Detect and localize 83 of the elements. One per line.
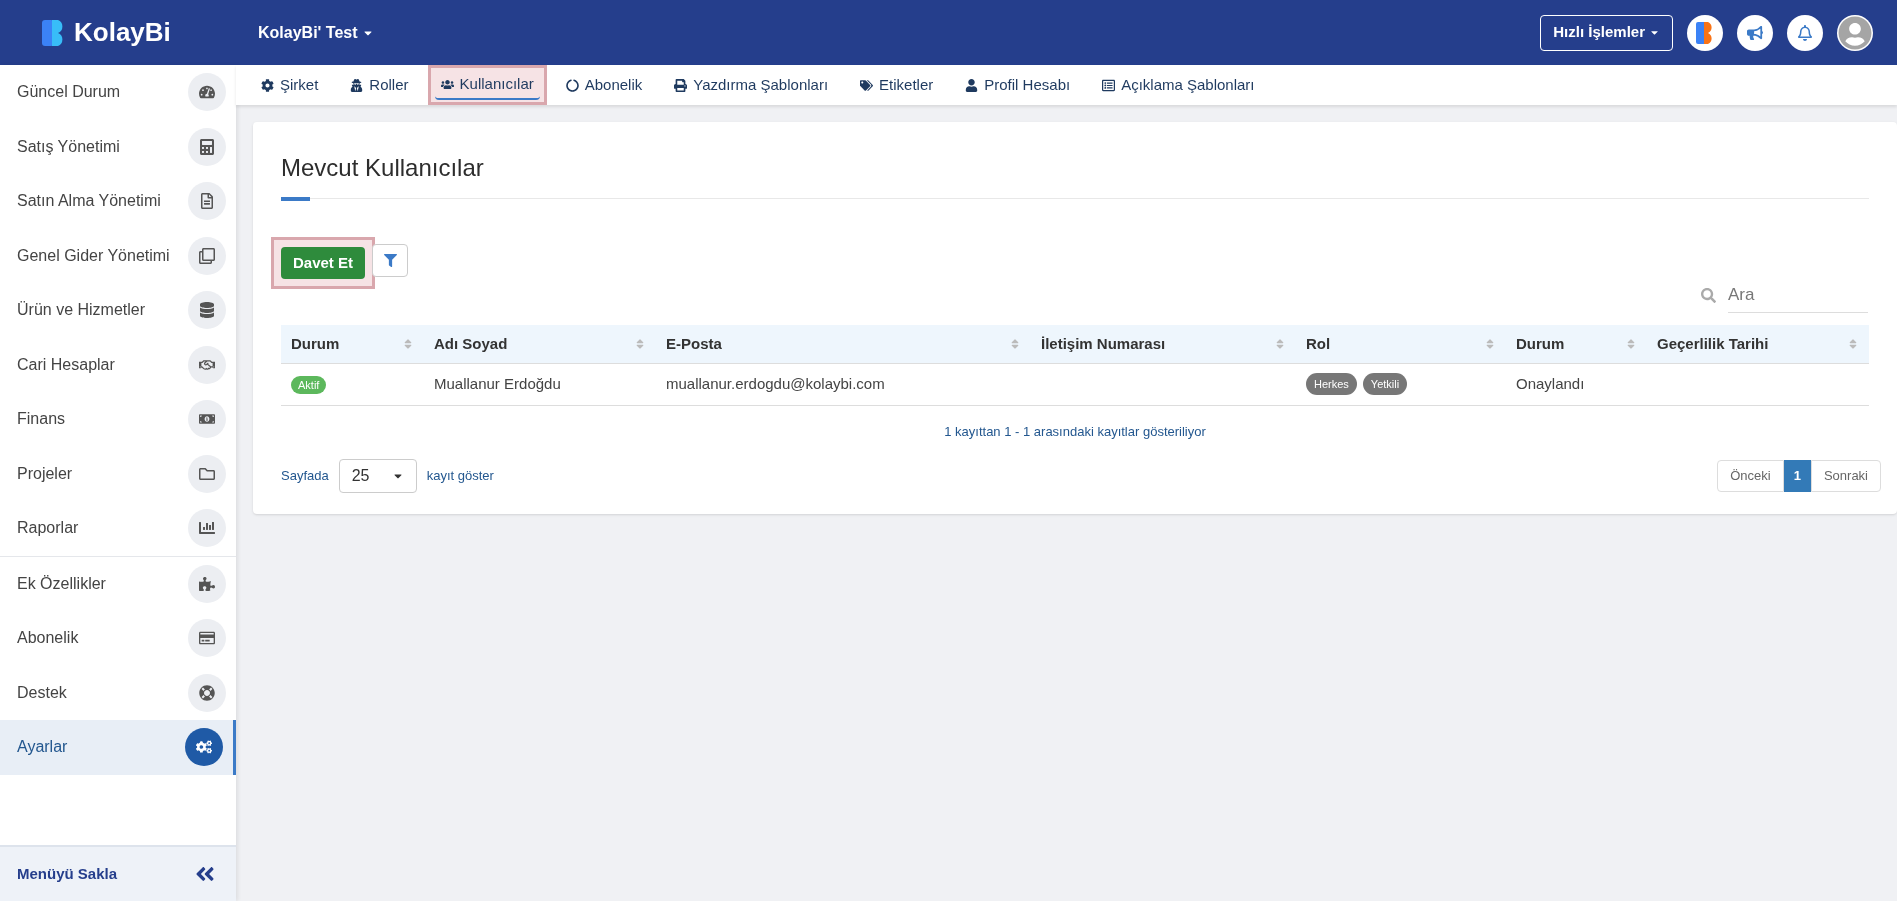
table-cell: muallanur.erdogdu@kolaybi.com (656, 363, 1031, 405)
notifications-button[interactable] (1787, 14, 1823, 51)
settings-icon (261, 78, 274, 92)
column-header[interactable]: İletişim Numarası (1031, 325, 1296, 363)
search-icon (1701, 287, 1716, 303)
previous-page-button[interactable]: Önceki (1717, 460, 1784, 492)
sidebar-item[interactable]: Genel Gider Yönetimi (0, 228, 236, 283)
quick-actions-button[interactable]: Hızlı İşlemler (1540, 14, 1673, 51)
column-header[interactable]: Adı Soyad (424, 325, 656, 363)
sidebar-item[interactable]: Ek Özellikler (0, 556, 236, 611)
filter-icon (383, 254, 397, 267)
role-badge: Yetkili (1362, 372, 1408, 396)
users-icon (440, 77, 454, 91)
sidebar-item[interactable]: Raporlar (0, 501, 236, 556)
sort-icon (634, 337, 646, 350)
user-avatar-icon (1838, 15, 1872, 50)
table-cell: Onaylandı (1506, 363, 1647, 405)
folder-icon (199, 465, 215, 482)
settings-tab[interactable]: Şirket (255, 70, 325, 100)
credit-card-icon (199, 630, 215, 647)
sidebar-item[interactable]: Projeler (0, 446, 236, 501)
search-field[interactable]: Ara (1728, 277, 1868, 313)
settings-tab[interactable]: Yazdırma Şablonları (668, 70, 835, 100)
database-icon (199, 302, 215, 319)
next-page-button[interactable]: Sonraki (1810, 460, 1881, 492)
sidebar-item[interactable]: Abonelik (0, 611, 236, 666)
gauge-icon (199, 84, 215, 101)
bell-icon (1797, 24, 1813, 41)
column-header[interactable]: Geçerlilik Tarihi (1647, 325, 1869, 363)
sort-icon (1274, 337, 1286, 350)
sidebar-item[interactable]: Finans (0, 392, 236, 447)
sidebar-item[interactable]: Ürün ve Hizmetler (0, 283, 236, 338)
brand-name: KolayBi (74, 16, 171, 49)
lifebuoy-icon (199, 684, 215, 701)
sidebar-item[interactable]: Satın Alma Yönetimi (0, 174, 236, 229)
sort-icon (1009, 337, 1021, 350)
sort-icon (1625, 337, 1637, 350)
settings-tab[interactable]: Kullanıcılar (434, 70, 540, 100)
page-title: Mevcut Kullanıcılar (281, 153, 485, 183)
settings-icon (196, 739, 212, 756)
table-cell: Muallanur Erdoğdu (424, 363, 656, 405)
sort-icon (1847, 337, 1859, 350)
person-icon (350, 78, 364, 92)
column-header[interactable]: Durum (281, 325, 424, 363)
settings-tab[interactable]: Abonelik (559, 70, 649, 100)
hide-menu-button[interactable]: Menüyü Sakla (0, 845, 236, 901)
company-dropdown[interactable]: KolayBi' Test (258, 20, 374, 45)
app-logo-button[interactable] (1687, 14, 1723, 51)
puzzle-icon (199, 575, 215, 592)
page-size-label: kayıt göster (426, 467, 494, 486)
records-info: 1 kayıttan 1 - 1 arasındaki kayıtlar gösteriliyor (944, 422, 1206, 441)
copy-icon (199, 247, 215, 264)
calculator-icon (199, 138, 215, 155)
sidebar-item[interactable]: Destek (0, 665, 236, 720)
document-icon (199, 193, 215, 210)
bar-chart-icon (199, 520, 215, 537)
printer-icon (674, 78, 688, 92)
sidebar-item[interactable]: Güncel Durum (0, 65, 236, 120)
page-button[interactable]: 1 (1783, 460, 1811, 492)
sidebar-item[interactable]: Cari Hesaplar (0, 337, 236, 392)
column-header[interactable]: Rol (1296, 325, 1506, 363)
role-badge: Herkes (1306, 372, 1357, 396)
sort-icon (402, 337, 414, 350)
status-badge: Aktif (291, 375, 327, 394)
filter-button[interactable] (372, 244, 409, 277)
list-icon (1102, 78, 1116, 92)
settings-tab[interactable]: Etiketler (854, 70, 940, 100)
settings-tab[interactable]: Profil Hesabı (959, 70, 1077, 100)
avatar-button[interactable] (1837, 14, 1873, 51)
tags-icon (860, 78, 874, 92)
settings-tab[interactable]: Roller (344, 70, 415, 100)
settings-tab[interactable]: Açıklama Şablonları (1096, 70, 1261, 100)
user-icon (965, 78, 979, 92)
page-size-label: Sayfada (281, 467, 329, 486)
sort-icon (1484, 337, 1496, 350)
sidebar-item[interactable]: Ayarlar (0, 720, 236, 775)
column-header[interactable]: E-Posta (656, 325, 1031, 363)
invite-button[interactable]: Davet Et (281, 247, 366, 279)
megaphone-icon (1747, 24, 1763, 41)
page-size-select[interactable]: 25 (338, 459, 417, 493)
sidebar-item[interactable]: Satış Yönetimi (0, 119, 236, 174)
column-header[interactable]: Durum (1506, 325, 1647, 363)
announcements-button[interactable] (1737, 14, 1773, 51)
